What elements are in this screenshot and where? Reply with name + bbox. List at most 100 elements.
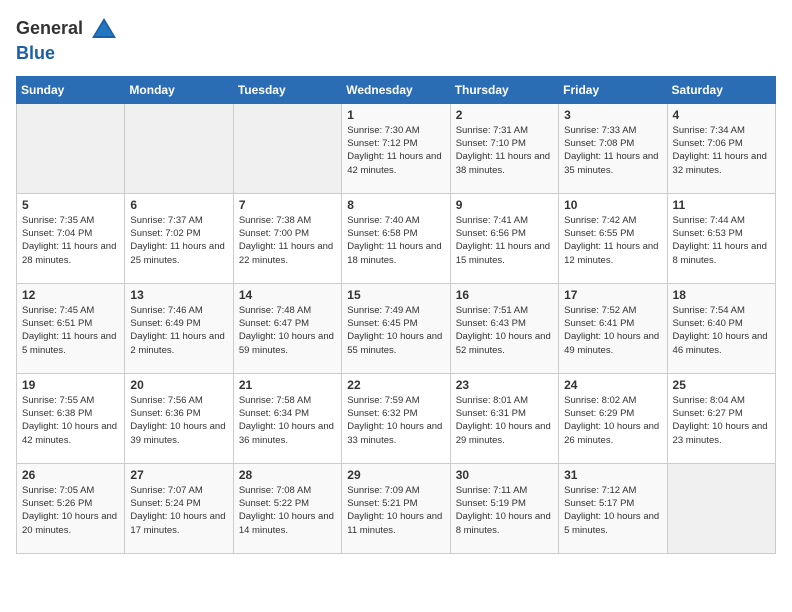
logo-general: General <box>16 18 83 38</box>
calendar-cell: 25 Sunrise: 8:04 AM Sunset: 6:27 PM Dayli… <box>667 373 775 463</box>
day-info: Sunrise: 7:31 AM Sunset: 7:10 PM Dayligh… <box>456 124 553 177</box>
day-number: 18 <box>673 288 770 302</box>
calendar-cell: 9Sunrise: 7:41 AM Sunset: 6:56 PM Daylig… <box>450 193 558 283</box>
day-info: Sunrise: 7:52 AM Sunset: 6:41 PM Dayligh… <box>564 304 661 357</box>
calendar-cell: 31 Sunrise: 7:12 AM Sunset: 5:17 PM Dayli… <box>559 463 667 553</box>
day-info: Sunrise: 8:02 AM Sunset: 6:29 PM Dayligh… <box>564 394 661 447</box>
day-header-tuesday: Tuesday <box>233 76 341 103</box>
day-number: 1 <box>347 108 444 122</box>
day-info: Sunrise: 7:05 AM Sunset: 5:26 PM Dayligh… <box>22 484 119 537</box>
day-number: 10 <box>564 198 661 212</box>
day-number: 24 <box>564 378 661 392</box>
calendar-cell: 12Sunrise: 7:45 AM Sunset: 6:51 PM Dayli… <box>17 283 125 373</box>
day-header-thursday: Thursday <box>450 76 558 103</box>
calendar-cell: 15 Sunrise: 7:49 AM Sunset: 6:45 PM Dayli… <box>342 283 450 373</box>
day-number: 8 <box>347 198 444 212</box>
calendar-cell: 10 Sunrise: 7:42 AM Sunset: 6:55 PM Dayli… <box>559 193 667 283</box>
day-number: 7 <box>239 198 336 212</box>
day-number: 6 <box>130 198 227 212</box>
day-header-wednesday: Wednesday <box>342 76 450 103</box>
day-number: 20 <box>130 378 227 392</box>
calendar-cell: 30 Sunrise: 7:11 AM Sunset: 5:19 PM Dayli… <box>450 463 558 553</box>
calendar-cell: 1 Sunrise: 7:30 AM Sunset: 7:12 PM Daylig… <box>342 103 450 193</box>
day-info: Sunrise: 7:09 AM Sunset: 5:21 PM Dayligh… <box>347 484 444 537</box>
page-header: General Blue <box>16 16 776 64</box>
day-number: 28 <box>239 468 336 482</box>
calendar-cell: 17Sunrise: 7:52 AM Sunset: 6:41 PM Dayli… <box>559 283 667 373</box>
day-number: 15 <box>347 288 444 302</box>
logo-block: General Blue <box>16 16 118 64</box>
day-info: Sunrise: 7:11 AM Sunset: 5:19 PM Dayligh… <box>456 484 553 537</box>
header-row: SundayMondayTuesdayWednesdayThursdayFrid… <box>17 76 776 103</box>
calendar-cell: 3 Sunrise: 7:33 AM Sunset: 7:08 PM Daylig… <box>559 103 667 193</box>
day-info: Sunrise: 7:58 AM Sunset: 6:34 PM Dayligh… <box>239 394 336 447</box>
calendar-cell: 20 Sunrise: 7:56 AM Sunset: 6:36 PM Dayli… <box>125 373 233 463</box>
calendar-cell: 28Sunrise: 7:08 AM Sunset: 5:22 PM Dayli… <box>233 463 341 553</box>
day-number: 11 <box>673 198 770 212</box>
day-info: Sunrise: 7:55 AM Sunset: 6:38 PM Dayligh… <box>22 394 119 447</box>
day-info: Sunrise: 7:46 AM Sunset: 6:49 PM Dayligh… <box>130 304 227 357</box>
day-number: 26 <box>22 468 119 482</box>
week-row-4: 19 Sunrise: 7:55 AM Sunset: 6:38 PM Dayli… <box>17 373 776 463</box>
calendar-cell: 6 Sunrise: 7:37 AM Sunset: 7:02 PM Daylig… <box>125 193 233 283</box>
calendar-cell: 11 Sunrise: 7:44 AM Sunset: 6:53 PM Dayli… <box>667 193 775 283</box>
day-number: 13 <box>130 288 227 302</box>
calendar-body: 1 Sunrise: 7:30 AM Sunset: 7:12 PM Daylig… <box>17 103 776 553</box>
day-number: 25 <box>673 378 770 392</box>
day-number: 30 <box>456 468 553 482</box>
day-number: 9 <box>456 198 553 212</box>
calendar-cell: 8 Sunrise: 7:40 AM Sunset: 6:58 PM Daylig… <box>342 193 450 283</box>
day-info: Sunrise: 7:12 AM Sunset: 5:17 PM Dayligh… <box>564 484 661 537</box>
day-info: Sunrise: 7:42 AM Sunset: 6:55 PM Dayligh… <box>564 214 661 267</box>
day-info: Sunrise: 7:38 AM Sunset: 7:00 PM Dayligh… <box>239 214 336 267</box>
calendar-cell: 19 Sunrise: 7:55 AM Sunset: 6:38 PM Dayli… <box>17 373 125 463</box>
calendar-cell: 21 Sunrise: 7:58 AM Sunset: 6:34 PM Dayli… <box>233 373 341 463</box>
day-number: 19 <box>22 378 119 392</box>
calendar-cell: 22 Sunrise: 7:59 AM Sunset: 6:32 PM Dayli… <box>342 373 450 463</box>
calendar-cell <box>667 463 775 553</box>
day-info: Sunrise: 7:54 AM Sunset: 6:40 PM Dayligh… <box>673 304 770 357</box>
day-number: 27 <box>130 468 227 482</box>
day-number: 31 <box>564 468 661 482</box>
calendar-cell: 23 Sunrise: 8:01 AM Sunset: 6:31 PM Dayli… <box>450 373 558 463</box>
logo-icon <box>90 16 118 44</box>
day-info: Sunrise: 7:30 AM Sunset: 7:12 PM Dayligh… <box>347 124 444 177</box>
calendar-cell: 24 Sunrise: 8:02 AM Sunset: 6:29 PM Dayli… <box>559 373 667 463</box>
day-info: Sunrise: 7:59 AM Sunset: 6:32 PM Dayligh… <box>347 394 444 447</box>
day-header-monday: Monday <box>125 76 233 103</box>
calendar-cell: 4Sunrise: 7:34 AM Sunset: 7:06 PM Daylig… <box>667 103 775 193</box>
calendar-cell <box>125 103 233 193</box>
day-info: Sunrise: 7:56 AM Sunset: 6:36 PM Dayligh… <box>130 394 227 447</box>
day-info: Sunrise: 7:34 AM Sunset: 7:06 PM Dayligh… <box>673 124 770 177</box>
week-row-1: 1 Sunrise: 7:30 AM Sunset: 7:12 PM Daylig… <box>17 103 776 193</box>
calendar-cell <box>233 103 341 193</box>
day-info: Sunrise: 8:01 AM Sunset: 6:31 PM Dayligh… <box>456 394 553 447</box>
calendar-cell: 2 Sunrise: 7:31 AM Sunset: 7:10 PM Daylig… <box>450 103 558 193</box>
day-info: Sunrise: 7:35 AM Sunset: 7:04 PM Dayligh… <box>22 214 119 267</box>
day-info: Sunrise: 7:49 AM Sunset: 6:45 PM Dayligh… <box>347 304 444 357</box>
day-info: Sunrise: 8:04 AM Sunset: 6:27 PM Dayligh… <box>673 394 770 447</box>
day-number: 22 <box>347 378 444 392</box>
day-header-saturday: Saturday <box>667 76 775 103</box>
calendar-header: SundayMondayTuesdayWednesdayThursdayFrid… <box>17 76 776 103</box>
day-header-sunday: Sunday <box>17 76 125 103</box>
day-header-friday: Friday <box>559 76 667 103</box>
week-row-3: 12Sunrise: 7:45 AM Sunset: 6:51 PM Dayli… <box>17 283 776 373</box>
day-number: 3 <box>564 108 661 122</box>
calendar-cell: 7 Sunrise: 7:38 AM Sunset: 7:00 PM Daylig… <box>233 193 341 283</box>
day-info: Sunrise: 7:37 AM Sunset: 7:02 PM Dayligh… <box>130 214 227 267</box>
logo: General Blue <box>16 16 118 64</box>
calendar-cell: 26 Sunrise: 7:05 AM Sunset: 5:26 PM Dayli… <box>17 463 125 553</box>
day-number: 21 <box>239 378 336 392</box>
day-info: Sunrise: 7:48 AM Sunset: 6:47 PM Dayligh… <box>239 304 336 357</box>
day-number: 5 <box>22 198 119 212</box>
calendar-cell: 16Sunrise: 7:51 AM Sunset: 6:43 PM Dayli… <box>450 283 558 373</box>
day-info: Sunrise: 7:40 AM Sunset: 6:58 PM Dayligh… <box>347 214 444 267</box>
day-number: 2 <box>456 108 553 122</box>
day-info: Sunrise: 7:33 AM Sunset: 7:08 PM Dayligh… <box>564 124 661 177</box>
day-number: 14 <box>239 288 336 302</box>
day-info: Sunrise: 7:51 AM Sunset: 6:43 PM Dayligh… <box>456 304 553 357</box>
day-number: 23 <box>456 378 553 392</box>
day-info: Sunrise: 7:44 AM Sunset: 6:53 PM Dayligh… <box>673 214 770 267</box>
logo-blue: Blue <box>16 43 55 63</box>
